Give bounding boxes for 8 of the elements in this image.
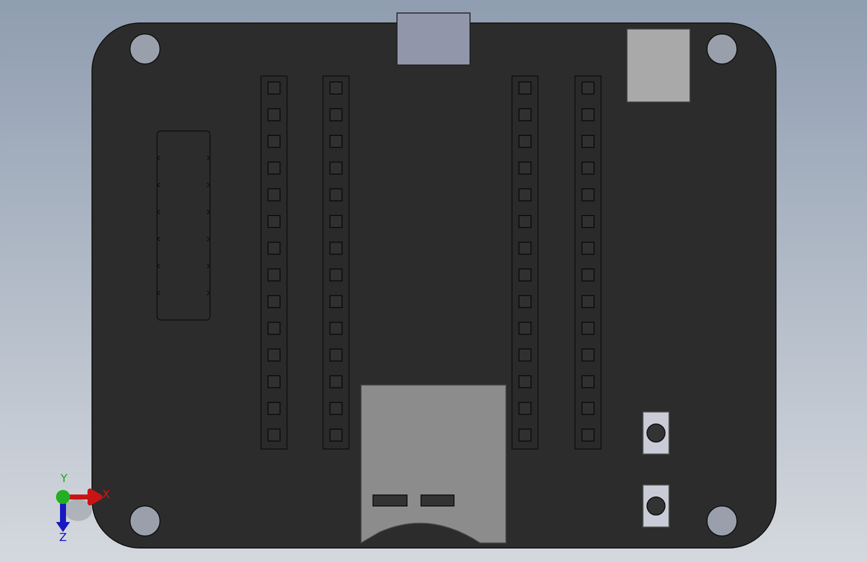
axis-label: Y (60, 472, 68, 485)
mounting-hole (130, 506, 160, 536)
axis-label: Z (59, 531, 67, 544)
mounting-hole (706, 34, 738, 64)
axis-triad-drawing (56, 488, 102, 532)
mounting-hole (706, 506, 738, 536)
mounting-hole (130, 34, 160, 64)
axis-label: X (102, 488, 110, 501)
